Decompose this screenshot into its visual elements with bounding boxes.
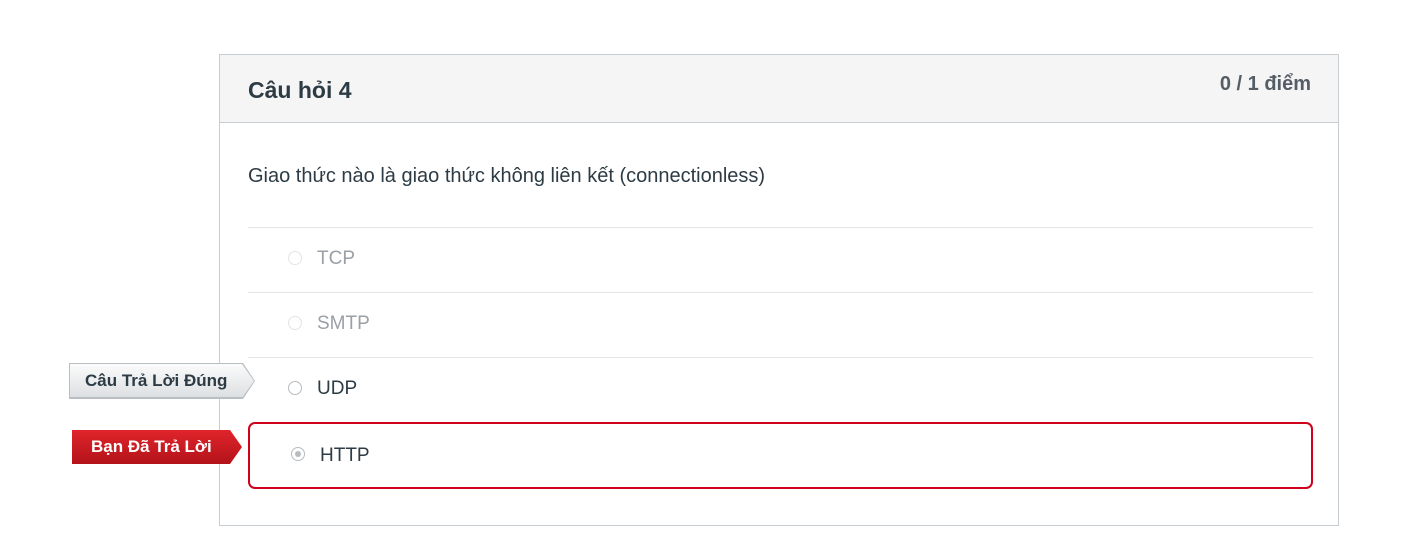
answer-label: TCP bbox=[317, 248, 355, 269]
answer-label: HTTP bbox=[320, 445, 370, 466]
answer-option-smtp: SMTP bbox=[248, 292, 1313, 356]
radio-button-selected bbox=[291, 447, 305, 461]
answer-label: SMTP bbox=[317, 313, 370, 334]
question-points: 0 / 1 điểm bbox=[1219, 73, 1311, 95]
radio-button bbox=[288, 381, 302, 395]
answer-option-udp: UDP bbox=[248, 357, 1313, 421]
correct-answer-flag: Câu Trả Lời Đúng bbox=[70, 364, 254, 398]
question-card: Câu hỏi 4 0 / 1 điểm Giao thức nào là gi… bbox=[219, 54, 1339, 526]
quiz-page: Câu hỏi 4 0 / 1 điểm Giao thức nào là gi… bbox=[0, 0, 1414, 559]
answer-option-tcp: TCP bbox=[248, 227, 1313, 291]
you-answered-flag: Bạn Đã Trả Lời bbox=[72, 430, 242, 464]
answer-option-http-selected: HTTP bbox=[248, 422, 1313, 489]
radio-button bbox=[288, 251, 302, 265]
question-header: Câu hỏi 4 0 / 1 điểm bbox=[220, 55, 1338, 123]
question-text: Giao thức nào là giao thức không liên kế… bbox=[248, 165, 766, 187]
answer-label: UDP bbox=[317, 378, 358, 399]
radio-button bbox=[288, 316, 302, 330]
question-title: Câu hỏi 4 bbox=[248, 77, 352, 103]
